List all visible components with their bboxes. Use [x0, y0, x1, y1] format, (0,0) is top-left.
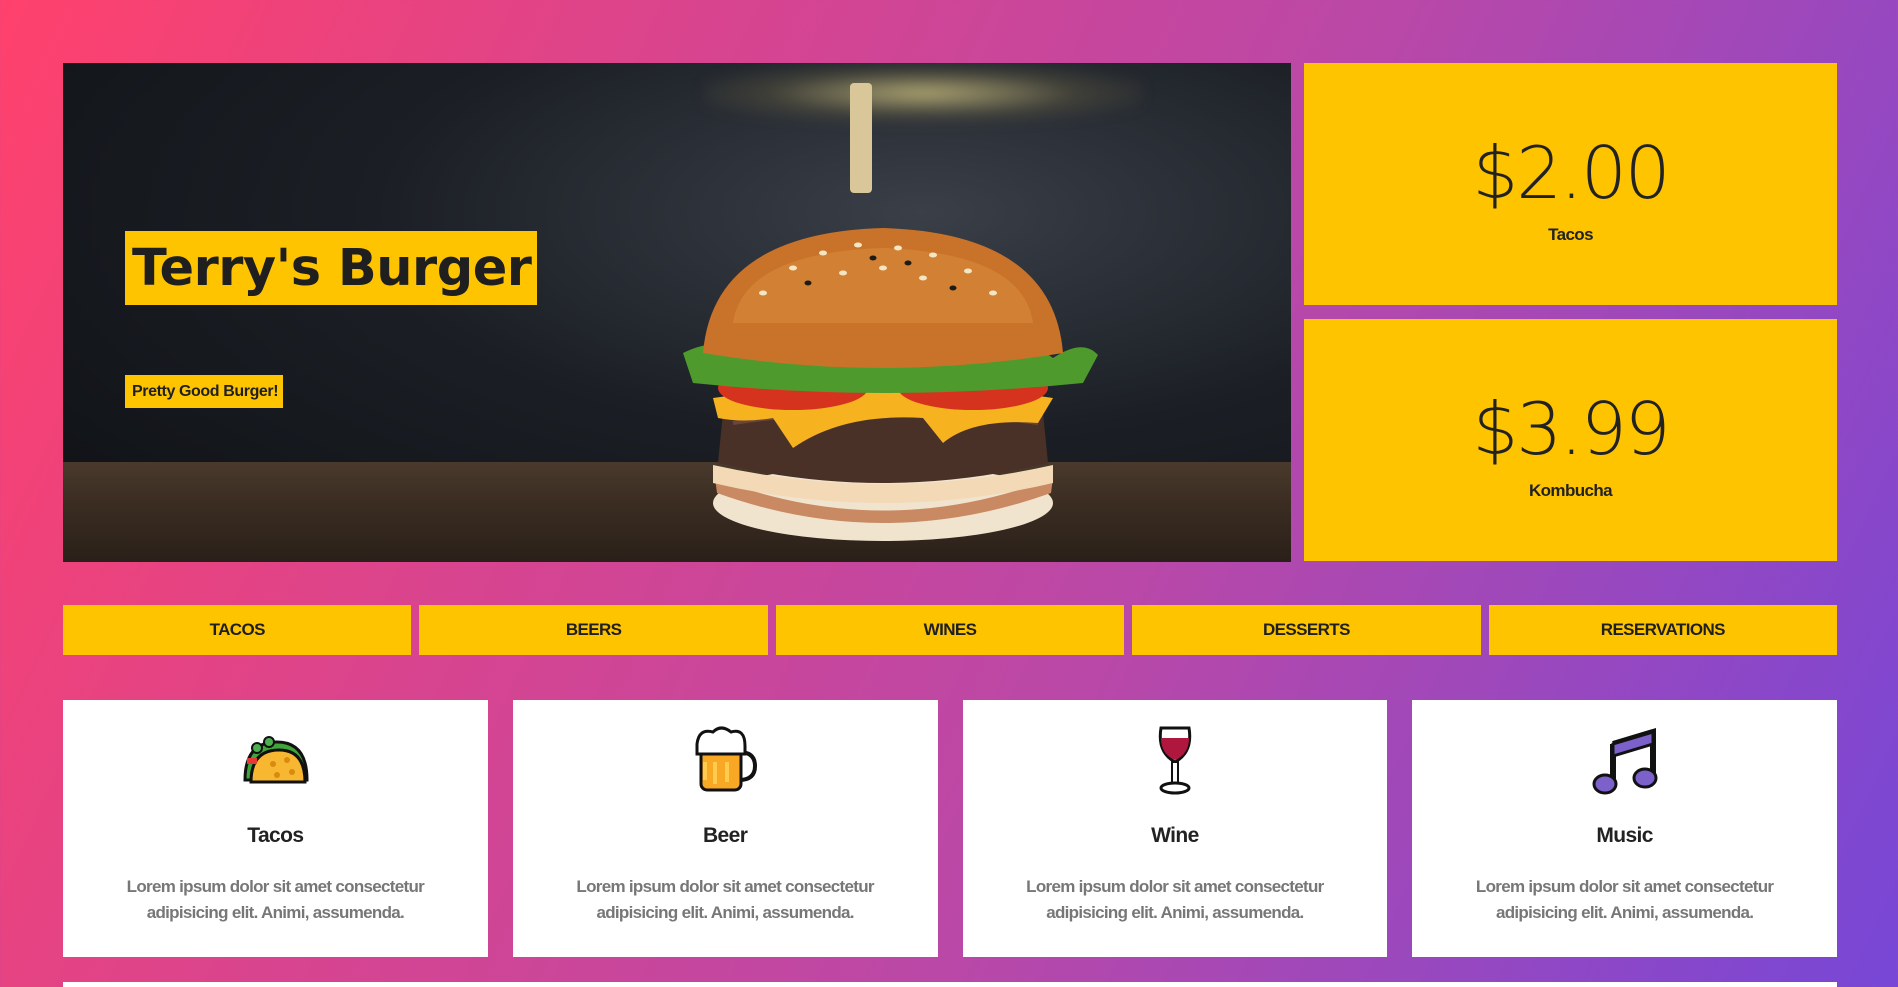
price-amount: $2.00: [1472, 131, 1670, 215]
nav-item-beers[interactable]: BEERS: [419, 605, 768, 655]
hero-banner: Terry's Burger Pretty Good Burger!: [63, 63, 1291, 562]
taco-icon: [243, 736, 309, 784]
price-amount: $3.99: [1472, 387, 1670, 471]
feature-title: Music: [1596, 824, 1653, 847]
nav-item-reservations[interactable]: RESERVATIONS: [1488, 605, 1838, 655]
feature-title: Tacos: [247, 824, 304, 847]
beer-icon: [695, 726, 758, 792]
feature-text: Lorem ipsum dolor sit amet consectetur a…: [576, 877, 874, 922]
nav-item-tacos[interactable]: TACOS: [63, 605, 412, 655]
nav-item-desserts[interactable]: DESSERTS: [1132, 605, 1481, 655]
price-card-tacos: $2.00 Tacos: [1304, 63, 1837, 305]
main-nav: TACOS BEERS WINES DESSERTS RESERVATIONS: [63, 605, 1838, 655]
feature-text: Lorem ipsum dolor sit amet consectetur a…: [1475, 877, 1774, 922]
feature-card-tacos: Tacos Lorem ipsum dolor sit amet consect…: [63, 700, 488, 957]
feature-card-music: Music Lorem ipsum dolor sit amet consect…: [1412, 700, 1837, 957]
wine-icon: [1158, 726, 1192, 795]
hero-subtitle: Pretty Good Burger!: [125, 375, 284, 408]
price-label: Tacos: [1548, 225, 1593, 244]
price-card-kombucha: $3.99 Kombucha: [1304, 319, 1837, 561]
feature-card-wine: Wine Lorem ipsum dolor sit amet consecte…: [962, 700, 1388, 957]
price-label: Kombucha: [1528, 481, 1613, 500]
feature-text: Lorem ipsum dolor sit amet consectetur a…: [1026, 877, 1324, 922]
feature-text: Lorem ipsum dolor sit amet consectetur a…: [126, 877, 425, 922]
nav-item-wines[interactable]: WINES: [775, 605, 1125, 655]
hero-title: Terry's Burger: [125, 231, 538, 306]
burger-image: [683, 83, 1098, 541]
feature-card-beer: Beer Lorem ipsum dolor sit amet consecte…: [512, 700, 938, 957]
music-icon: [1592, 727, 1658, 795]
feature-title: Wine: [1151, 824, 1199, 847]
next-section-top: [63, 982, 1837, 987]
feature-title: Beer: [702, 824, 748, 847]
features-section: Tacos Lorem ipsum dolor sit amet consect…: [63, 700, 1837, 957]
